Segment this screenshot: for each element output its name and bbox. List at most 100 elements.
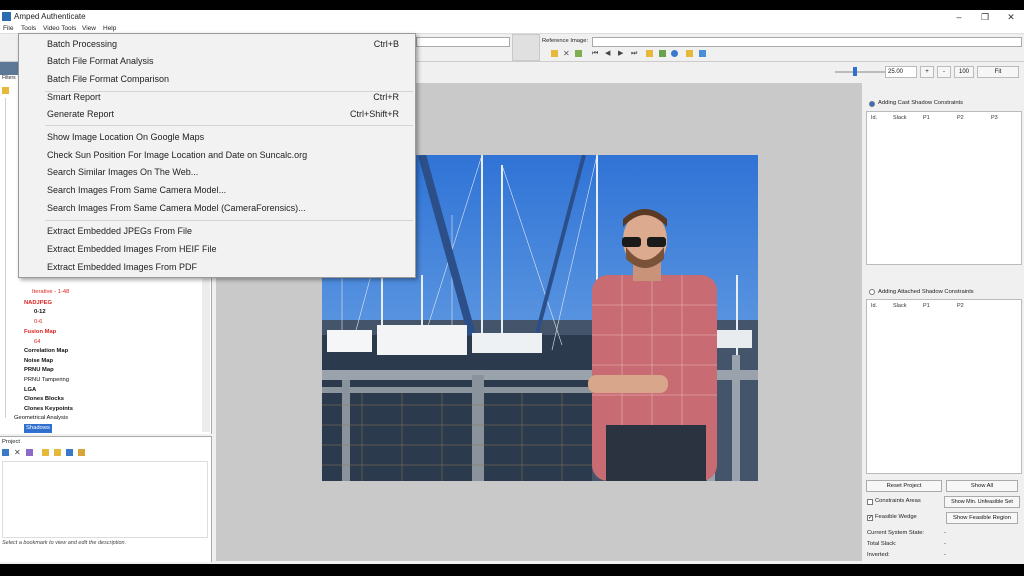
attached-shadow-label: Adding Attached Shadow Constraints [878, 289, 974, 295]
menu-item-batch-file-format-comparison[interactable]: Batch File Format Comparison [20, 71, 415, 88]
constraints-areas-checkbox[interactable] [867, 499, 873, 505]
tree-item-shadows[interactable]: Shadows [24, 424, 52, 433]
current-state-label: Current System State: [867, 530, 925, 536]
zoom-slider-thumb[interactable] [853, 67, 857, 76]
refresh-icon[interactable] [671, 50, 678, 57]
cast-col-id: Id. [871, 115, 878, 121]
menu-item-batch-processing[interactable]: Batch Processing Ctrl+B [20, 36, 415, 53]
add-bookmark-icon[interactable] [2, 87, 9, 94]
cast-col-slack: Slack [893, 115, 907, 121]
filters-tab[interactable]: Filters [2, 75, 16, 81]
export-project-icon[interactable] [78, 449, 85, 456]
attached-constraints-table[interactable]: Id. Slack P1 P2 [866, 299, 1022, 474]
cast-col-p2: P2 [957, 115, 964, 121]
attached-col-p1: P1 [923, 303, 930, 309]
tree-item-prnu-tampering[interactable]: PRNU Tampering [24, 376, 69, 385]
cast-constraints-table[interactable]: Id. Slack P1 P2 P3 [866, 111, 1022, 265]
previous-frame-icon[interactable]: ◀ [605, 50, 612, 57]
first-frame-icon[interactable]: ⏮ [592, 50, 599, 57]
feasible-wedge-checkbox[interactable]: ✓ [867, 515, 873, 521]
image-icon[interactable] [575, 50, 582, 57]
close-reference-icon[interactable]: ✕ [563, 50, 570, 58]
bookmark-hint: Select a bookmark to view and edit the d… [2, 540, 127, 546]
menu-item-extract-heif[interactable]: Extract Embedded Images From HEIF File [20, 241, 415, 258]
bookmark-icon[interactable] [646, 50, 653, 57]
zoom-fit-button[interactable]: Fit [977, 66, 1019, 78]
bookmark-list[interactable] [2, 461, 208, 538]
cast-col-p1: P1 [923, 115, 930, 121]
delete-icon[interactable]: ✕ [14, 448, 21, 457]
tree-item-geometrical-analysis[interactable]: Geometrical Analysis [14, 414, 68, 423]
close-button[interactable]: ✕ [998, 11, 1024, 23]
show-min-unfeasible-button[interactable]: Show Min. Unfeasible Set [944, 496, 1020, 508]
project-title: Project [2, 439, 21, 445]
next-frame-icon[interactable]: ▶ [618, 50, 625, 57]
tree-item-0-6[interactable]: 0-6 [34, 318, 42, 327]
tree-item-iterative[interactable]: Iterative - 1-48 [32, 288, 69, 297]
tree-item-correlation-map[interactable]: Correlation Map [24, 347, 68, 356]
last-frame-icon[interactable]: ⏭ [631, 50, 638, 57]
reference-image-field[interactable] [592, 37, 1022, 47]
open-folder-icon[interactable] [551, 50, 558, 57]
tree-item-prnu-map[interactable]: PRNU Map [24, 366, 54, 375]
zoom-value-select[interactable]: 25.00 [885, 66, 917, 78]
show-feasible-region-button[interactable]: Show Feasible Region [946, 512, 1018, 524]
menu-item-camera-forensics[interactable]: Search Images From Same Camera Model (Ca… [20, 200, 415, 217]
reset-project-button[interactable]: Reset Project [866, 480, 942, 492]
inverted-value: - [944, 552, 946, 558]
cast-col-p3: P3 [991, 115, 998, 121]
filters-thumbnail [0, 62, 18, 75]
tree-item-fusion-map[interactable]: Fusion Map [24, 328, 56, 337]
zoom-100-button[interactable]: 100 [954, 66, 974, 78]
evidence-path-field[interactable] [416, 37, 510, 47]
edit-icon[interactable] [26, 449, 33, 456]
total-slack-value: - [944, 541, 946, 547]
tools-menu: Batch Processing Ctrl+B Batch File Format… [18, 33, 416, 278]
shortcut-batch-processing: Ctrl+B [373, 39, 399, 49]
menu-item-search-similar[interactable]: Search Similar Images On The Web... [20, 164, 415, 181]
menu-item-google-maps[interactable]: Show Image Location On Google Maps [20, 129, 415, 146]
tree-item-0-12[interactable]: 0-12 [34, 308, 46, 317]
menu-item-smart-report[interactable]: Smart Report Ctrl+R [20, 89, 415, 106]
zoom-slider-track[interactable] [835, 71, 885, 73]
checklist-icon[interactable] [699, 50, 706, 57]
cast-shadow-radio[interactable] [869, 101, 875, 107]
new-project-icon[interactable] [42, 449, 49, 456]
tree-item-clones-keypoints[interactable]: Clones Keypoints [24, 405, 73, 414]
menu-item-batch-file-format-analysis[interactable]: Batch File Format Analysis [20, 53, 415, 70]
save-project-icon[interactable] [66, 449, 73, 456]
attached-col-slack: Slack [893, 303, 907, 309]
maximize-button[interactable]: ❐ [972, 11, 998, 23]
menu-item-extract-jpegs[interactable]: Extract Embedded JPEGs From File [20, 223, 415, 240]
tree-item-64[interactable]: 64 [34, 338, 40, 347]
zoom-in-button[interactable]: + [920, 66, 934, 78]
menu-item-extract-pdf[interactable]: Extract Embedded Images From PDF [20, 259, 415, 276]
tree-item-noise-map[interactable]: Noise Map [24, 357, 53, 366]
menu-separator [45, 220, 413, 221]
inverted-label: Inverted: [867, 552, 890, 558]
reference-image-label: Reference Image: [542, 38, 589, 44]
minimize-button[interactable]: – [946, 11, 972, 23]
open-project-icon[interactable] [54, 449, 61, 456]
cast-shadow-label: Adding Cast Shadow Constraints [878, 100, 964, 106]
reference-thumbnail [512, 34, 540, 61]
compare-icon[interactable] [686, 50, 693, 57]
menu-item-generate-report[interactable]: Generate Report Ctrl+Shift+R [20, 106, 415, 123]
filter-icon[interactable] [2, 449, 9, 456]
window-title: Amped Authenticate [14, 12, 86, 21]
export-icon[interactable] [659, 50, 666, 57]
attached-shadow-radio[interactable] [869, 289, 875, 295]
zoom-out-button[interactable]: - [937, 66, 951, 78]
tree-guide-line [5, 98, 6, 418]
shortcut-smart-report: Ctrl+R [373, 92, 399, 102]
tree-item-nadjpeg[interactable]: NADJPEG [24, 299, 52, 308]
tree-item-lga[interactable]: LGA [24, 386, 36, 395]
title-bar: Amped Authenticate – ❐ ✕ [0, 10, 1024, 24]
show-all-button[interactable]: Show All [946, 480, 1018, 492]
menu-item-search-same-camera[interactable]: Search Images From Same Camera Model... [20, 182, 415, 199]
shortcut-generate-report: Ctrl+Shift+R [349, 109, 399, 119]
menu-file[interactable]: File [3, 24, 13, 34]
app-logo-icon [2, 12, 11, 21]
tree-item-clones-blocks[interactable]: Clones Blocks [24, 395, 64, 404]
menu-item-suncalc[interactable]: Check Sun Position For Image Location an… [20, 147, 415, 164]
